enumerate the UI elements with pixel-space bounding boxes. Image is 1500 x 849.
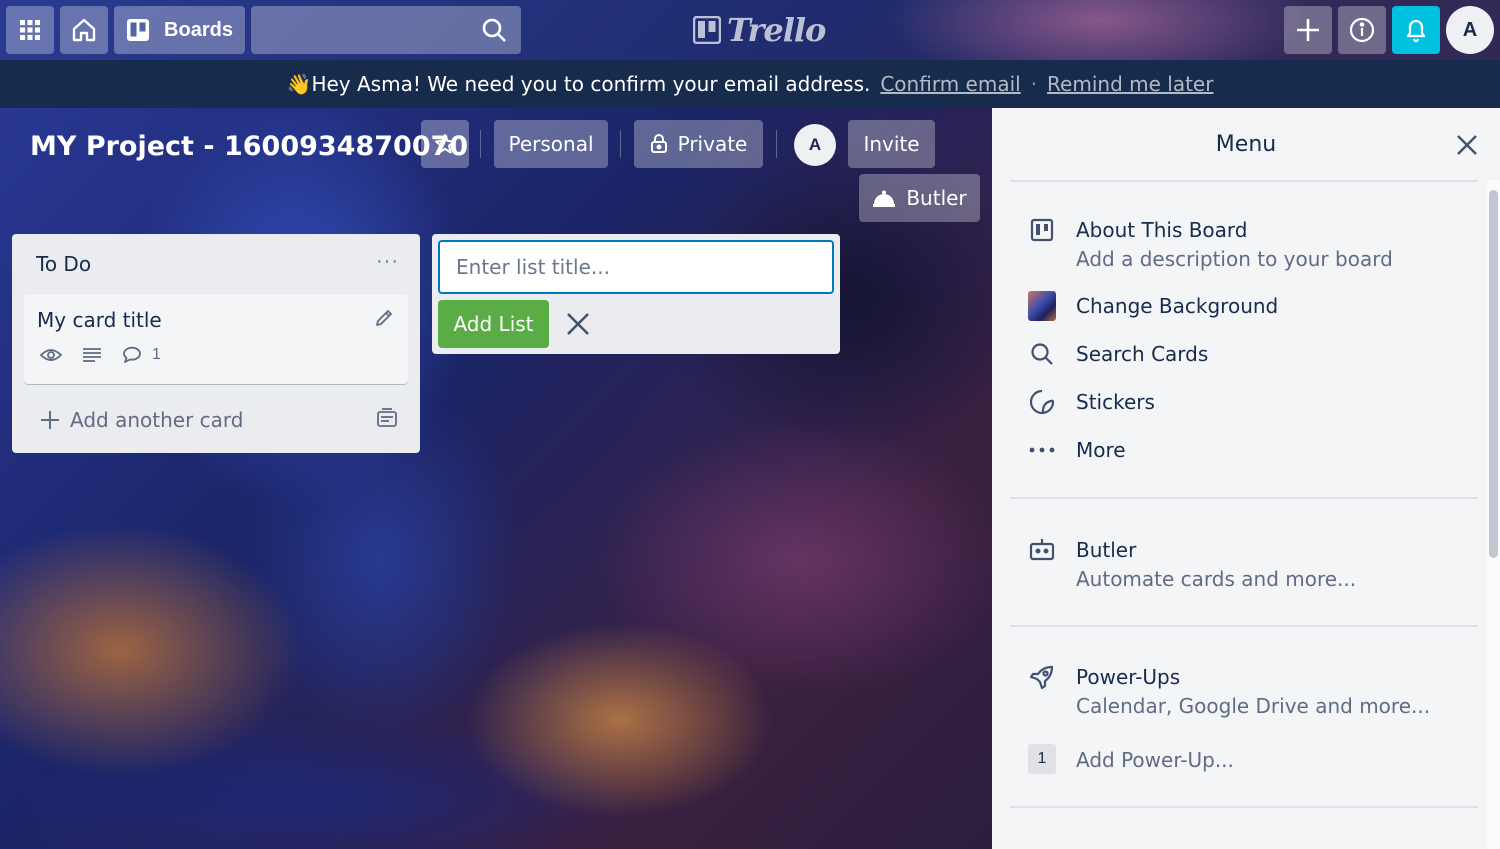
user-avatar[interactable]: A: [1446, 6, 1494, 54]
menu-item-label: Stickers: [1076, 390, 1155, 414]
notifications-button[interactable]: [1392, 6, 1440, 54]
apps-grid-icon: [20, 20, 40, 40]
wave-emoji: 👋: [286, 72, 312, 96]
boards-label: Boards: [164, 18, 233, 41]
pencil-icon[interactable]: [374, 308, 394, 328]
menu-item-power-ups[interactable]: Power-Ups Calendar, Google Drive and mor…: [1028, 663, 1430, 721]
comment-badge: 1: [122, 346, 161, 364]
butler-button[interactable]: Butler: [859, 174, 980, 222]
team-visibility-button[interactable]: Personal: [494, 120, 608, 168]
card[interactable]: My card title 1: [24, 294, 408, 384]
menu-item-about-board[interactable]: About This Board Add a description to yo…: [1028, 216, 1393, 274]
add-list-button[interactable]: Add List: [438, 300, 549, 348]
apps-menu-button[interactable]: [6, 6, 54, 54]
search-icon: [1028, 340, 1056, 368]
add-power-up-label: Add Power-Up...: [1076, 748, 1234, 772]
home-button[interactable]: [60, 6, 108, 54]
comment-icon: [123, 346, 141, 363]
menu-item-search-cards[interactable]: Search Cards: [1028, 340, 1208, 368]
butler-label: Butler: [906, 186, 967, 210]
confirm-email-link[interactable]: Confirm email: [880, 72, 1020, 96]
menu-item-change-background[interactable]: Change Background: [1028, 291, 1279, 321]
privacy-label: Private: [677, 132, 748, 156]
team-label: Personal: [508, 132, 594, 156]
banner-text: Hey Asma! We need you to confirm your em…: [311, 72, 871, 96]
description-icon: [83, 348, 101, 362]
close-icon[interactable]: [566, 312, 590, 336]
add-card-button[interactable]: Add another card: [40, 408, 243, 432]
butler-bell-icon: [873, 190, 896, 207]
menu-item-label: Change Background: [1076, 294, 1279, 318]
banner-separator: ·: [1030, 72, 1038, 96]
info-icon: [1349, 17, 1375, 43]
menu-item-label: Power-Ups: [1076, 665, 1181, 689]
menu-divider: [1010, 625, 1478, 627]
menu-item-sublabel: Add a description to your board: [1076, 247, 1393, 271]
menu-item-label: More: [1076, 438, 1126, 462]
search-icon[interactable]: [481, 17, 507, 43]
boards-button[interactable]: Boards: [114, 6, 245, 54]
create-button[interactable]: [1284, 6, 1332, 54]
banner-message: 👋Hey Asma! We need you to confirm your e…: [287, 72, 871, 96]
card-template-icon[interactable]: [376, 408, 398, 428]
menu-item-stickers[interactable]: Stickers: [1028, 388, 1155, 416]
bell-icon: [1406, 19, 1426, 43]
add-card-label: Add another card: [70, 408, 244, 432]
more-icon: [1028, 436, 1056, 464]
list-menu-button[interactable]: ···: [376, 250, 399, 273]
background-thumbnail: [1028, 291, 1056, 321]
information-button[interactable]: [1338, 6, 1386, 54]
menu-title: Menu: [1215, 132, 1277, 157]
menu-item-label: Search Cards: [1076, 342, 1209, 366]
menu-item-sublabel: Calendar, Google Drive and more...: [1076, 694, 1431, 718]
header-divider: [480, 130, 481, 158]
invite-button[interactable]: Invite: [848, 120, 935, 168]
trello-logo-text: Trello: [727, 11, 826, 49]
star-board-button[interactable]: [421, 120, 469, 168]
board-title[interactable]: MY Project - 1600934870070: [30, 124, 468, 168]
card-title: My card title: [37, 308, 162, 332]
invite-label: Invite: [863, 132, 920, 156]
sticker-icon: [1028, 388, 1056, 416]
menu-item-label: About This Board: [1076, 218, 1248, 242]
rocket-icon: [1028, 663, 1056, 691]
power-up-count-badge: 1: [1028, 744, 1056, 774]
menu-scrollbar-thumb[interactable]: [1489, 190, 1498, 558]
menu-item-sublabel: Automate cards and more...: [1076, 567, 1357, 591]
list-title-input[interactable]: [438, 240, 834, 294]
card-badges: 1: [40, 346, 161, 364]
menu-divider: [1010, 180, 1478, 182]
menu-divider: [1010, 497, 1478, 499]
add-power-up-item[interactable]: 1 Add Power-Up...: [1028, 744, 1234, 775]
close-icon[interactable]: [1456, 134, 1478, 156]
email-confirm-banner: 👋Hey Asma! We need you to confirm your e…: [0, 60, 1500, 108]
board-menu-panel: Menu About This Board Add a description …: [992, 108, 1500, 849]
trello-logo-icon: [693, 16, 721, 44]
trello-logo[interactable]: Trello: [693, 11, 826, 49]
top-header: Boards Trello A: [0, 0, 1500, 60]
board-icon: [1028, 216, 1056, 244]
lock-icon: [650, 134, 667, 153]
comment-count: 1: [152, 346, 161, 363]
menu-item-more[interactable]: More: [1028, 436, 1126, 464]
privacy-button[interactable]: Private: [634, 120, 763, 168]
eye-icon: [40, 349, 62, 361]
plus-icon: [1297, 19, 1319, 41]
header-divider: [620, 130, 621, 158]
member-initial: A: [808, 135, 822, 154]
butler-icon: [1028, 536, 1056, 564]
menu-divider: [1010, 806, 1478, 808]
menu-item-label: Butler: [1076, 538, 1137, 562]
header-divider: [776, 130, 777, 158]
plus-icon: [41, 411, 59, 429]
menu-item-butler[interactable]: Butler Automate cards and more...: [1028, 536, 1356, 594]
home-icon: [72, 18, 96, 42]
add-list-composer: Add List: [432, 234, 840, 354]
remind-later-link[interactable]: Remind me later: [1047, 72, 1213, 96]
list-title[interactable]: To Do: [36, 252, 91, 276]
member-avatar[interactable]: A: [794, 124, 836, 166]
star-icon: [435, 134, 455, 154]
list-to-do: To Do ··· My card title 1 Add another ca: [12, 234, 420, 453]
board-icon: [127, 19, 150, 41]
